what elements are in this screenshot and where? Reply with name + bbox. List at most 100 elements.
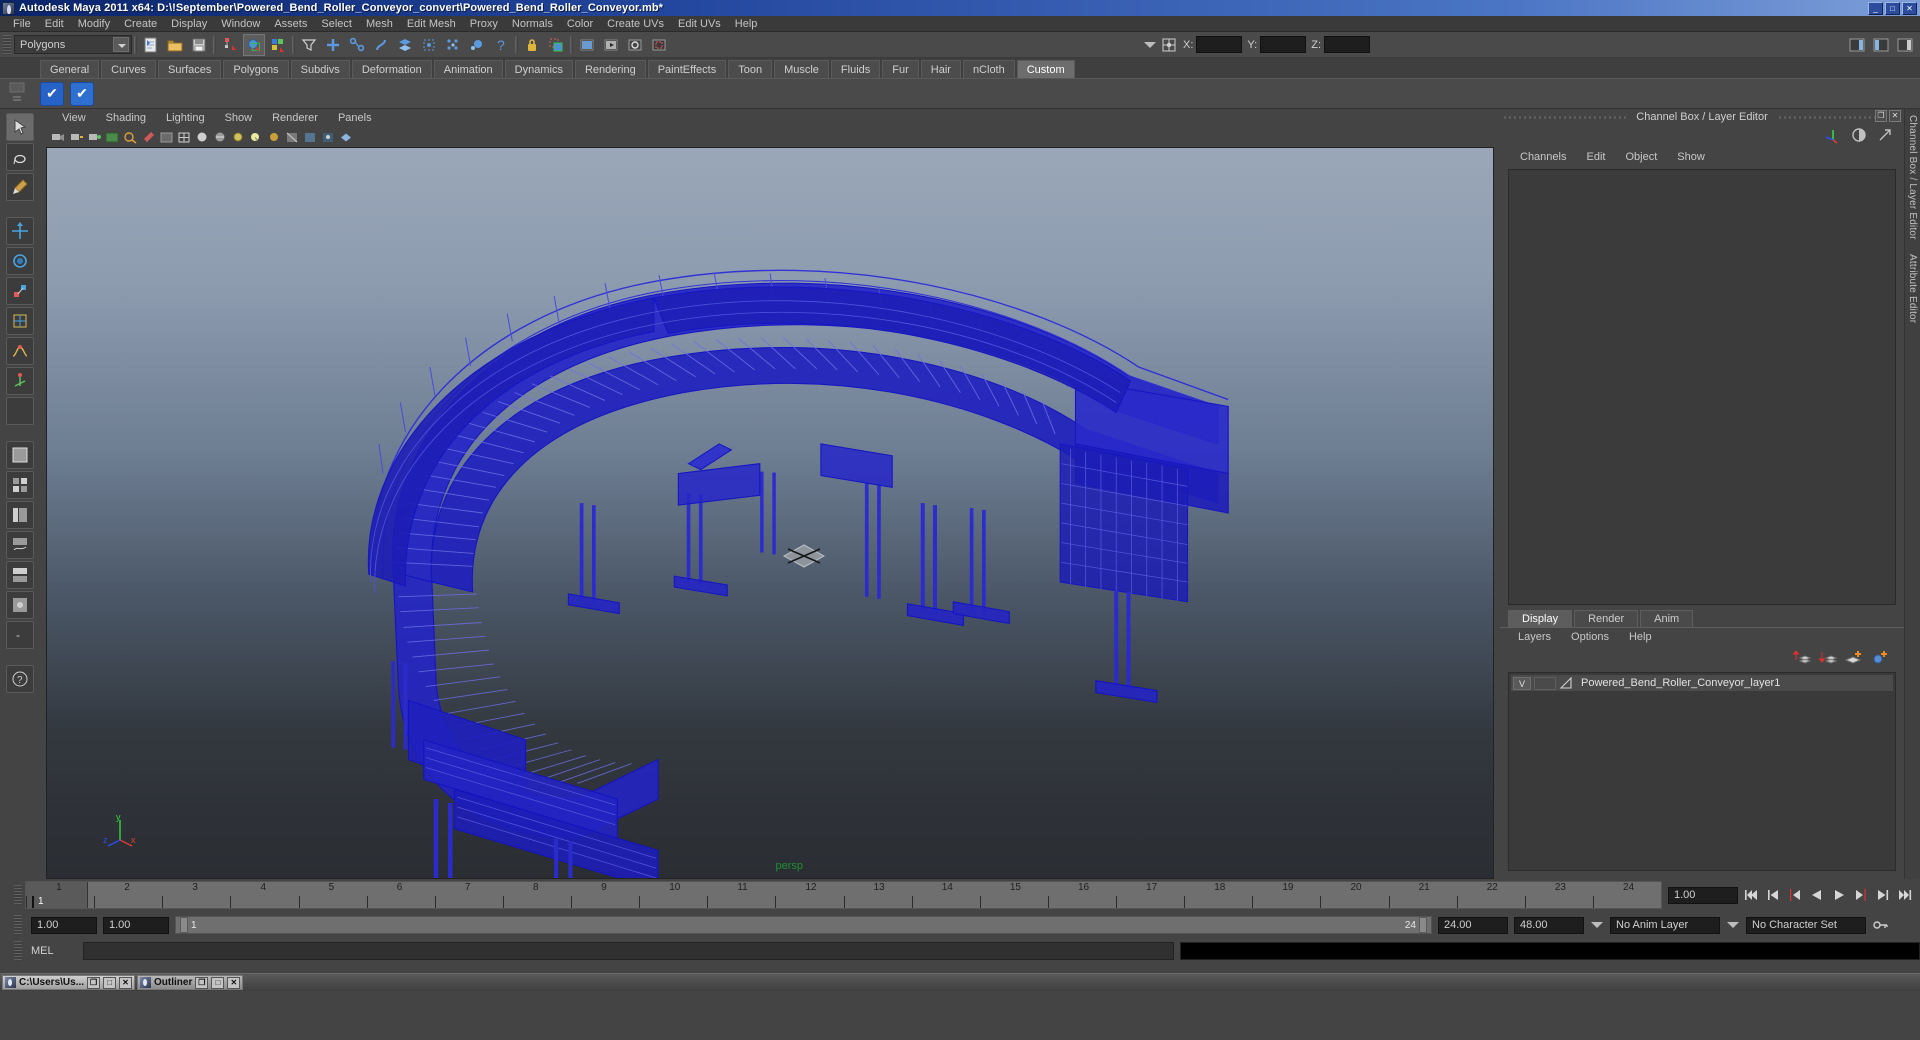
playback-end-time-field[interactable]: 24.00 [1438,916,1508,934]
shelf-tab-fluids[interactable]: Fluids [830,60,881,78]
channel-box-content[interactable] [1508,169,1896,605]
range-end-handle[interactable] [1419,917,1427,933]
restore-button[interactable]: ❐ [195,976,209,989]
layer-tab-render[interactable]: Render [1574,610,1639,627]
play-backwards-button[interactable] [1808,886,1826,904]
viewport-menu-lighting[interactable]: Lighting [156,109,215,127]
current-time-field[interactable]: 1.00 [1668,886,1738,904]
lasso-tool[interactable] [6,143,34,171]
select-by-component-icon[interactable] [267,34,289,56]
x-coordinate-field[interactable] [1196,36,1243,53]
chevron-down-icon[interactable] [1143,38,1157,52]
rotate-tool[interactable] [6,247,34,275]
layout-graph-editor[interactable] [6,531,34,559]
command-result-field[interactable] [1180,942,1920,960]
construction-history-icon[interactable] [442,34,464,56]
layer-tab-display[interactable]: Display [1508,610,1573,627]
command-language-label[interactable]: MEL [31,945,77,957]
shelf-tab-painteffects[interactable]: PaintEffects [647,60,727,78]
smooth-shade-all-icon[interactable] [194,129,211,145]
shelf-tab-deformation[interactable]: Deformation [351,60,432,78]
layer-row[interactable]: V Powered_Bend_Roller_Conveyor_layer1 [1511,675,1893,691]
channel-box-menu-object[interactable]: Object [1615,151,1667,163]
menu-display[interactable]: Display [164,16,214,32]
close-button[interactable]: ✕ [1902,1,1917,15]
menu-help[interactable]: Help [728,16,765,32]
layer-list[interactable]: V Powered_Bend_Roller_Conveyor_layer1 [1508,672,1896,871]
menu-edit-mesh[interactable]: Edit Mesh [400,16,463,32]
menu-window[interactable]: Window [214,16,267,32]
select-by-hierarchy-icon[interactable] [219,34,241,56]
save-scene-icon[interactable] [188,34,210,56]
snap-to-live-icon[interactable] [418,34,440,56]
playback-start-time-field[interactable]: 1.00 [103,916,169,934]
menu-file[interactable]: File [6,16,38,32]
custom-shelf-button-2[interactable]: ✔ [70,81,94,106]
animation-end-time-field[interactable]: 48.00 [1514,916,1584,934]
select-by-object-icon[interactable] [243,33,265,56]
taskbar-item-outliner[interactable]: Outliner ❐ □ ✕ [137,975,244,990]
y-coordinate-field[interactable] [1260,36,1307,53]
layout-single-perspective[interactable] [6,441,34,469]
shelf-tab-ncloth[interactable]: nCloth [962,60,1015,78]
shelf-tab-dynamics[interactable]: Dynamics [504,60,573,78]
play-forwards-button[interactable] [1830,886,1848,904]
z-coordinate-field[interactable] [1324,36,1370,53]
new-layer-from-selected-button[interactable] [1870,649,1890,668]
shelf-options-grip[interactable] [6,81,32,107]
step-back-key-button[interactable] [1786,886,1804,904]
exposure-icon[interactable] [158,129,175,145]
last-tool-used[interactable] [6,397,34,425]
camera-attributes-icon[interactable] [86,129,103,145]
show-hide-tool-settings-icon[interactable] [1870,34,1892,56]
grease-pencil-icon[interactable] [140,129,157,145]
menu-select[interactable]: Select [314,16,359,32]
shelf-tab-curves[interactable]: Curves [101,60,156,78]
custom-shelf-button-1[interactable]: ✔ [40,81,64,106]
minimize-button[interactable]: _ [1868,1,1883,15]
image-plane-icon[interactable] [104,129,121,145]
use-all-lights-icon[interactable] [230,129,247,145]
cmdline-grip[interactable] [14,941,22,961]
menu-create[interactable]: Create [117,16,164,32]
move-layer-up-button[interactable] [1792,649,1812,668]
panel-undock-button[interactable]: ❐ [1875,110,1887,122]
layer-tab-anim[interactable]: Anim [1640,610,1694,627]
menu-proxy[interactable]: Proxy [463,16,505,32]
restore-button[interactable]: ❐ [87,976,101,989]
chevron-down-icon[interactable] [113,37,129,52]
wireframe-shading-icon[interactable] [176,129,193,145]
menu-modify[interactable]: Modify [71,16,117,32]
help-icon[interactable]: ? [490,34,512,56]
show-hide-channel-box-icon[interactable] [1894,34,1916,56]
maximize-button[interactable]: □ [211,976,225,989]
shelf-tab-subdivs[interactable]: Subdivs [290,60,350,78]
range-start-handle[interactable] [180,917,188,933]
paint-select-tool[interactable] [6,173,34,201]
question-help-icon[interactable]: ? [6,665,34,693]
channel-box-menu-edit[interactable]: Edit [1576,151,1615,163]
panel-close-button[interactable]: ✕ [1889,110,1901,122]
render-current-frame-icon[interactable] [576,34,598,56]
time-slider-track[interactable]: 1 1 2 3 4 5 6 7 8 9 10 11 12 13 14 15 16 17 18 19 20 21 22 23 2… [25,881,1662,909]
shelf-tab-custom[interactable]: Custom [1016,60,1075,78]
step-forward-key-button[interactable] [1852,886,1870,904]
layer-color-swatch-icon[interactable] [1559,676,1575,690]
move-layer-down-button[interactable] [1818,649,1838,668]
move-tool[interactable] [6,217,34,245]
key-icon[interactable] [1872,916,1890,934]
filter-icon[interactable] [298,34,320,56]
snap-point-icon[interactable] [370,34,392,56]
viewport-menu-renderer[interactable]: Renderer [262,109,328,127]
xray-joints-icon[interactable] [320,129,337,145]
new-layer-button[interactable] [1844,649,1864,668]
snap-curve-icon[interactable] [346,34,368,56]
layer-menu-help[interactable]: Help [1619,631,1662,643]
channel-box-menu-channels[interactable]: Channels [1510,151,1576,163]
arrow-expand-icon[interactable] [1876,126,1894,147]
viewport-menu-panels[interactable]: Panels [328,109,382,127]
shelf-tab-hair[interactable]: Hair [920,60,961,78]
layer-menu-options[interactable]: Options [1561,631,1619,643]
snap-grid-icon[interactable] [322,34,344,56]
render-region-icon[interactable] [648,34,670,56]
